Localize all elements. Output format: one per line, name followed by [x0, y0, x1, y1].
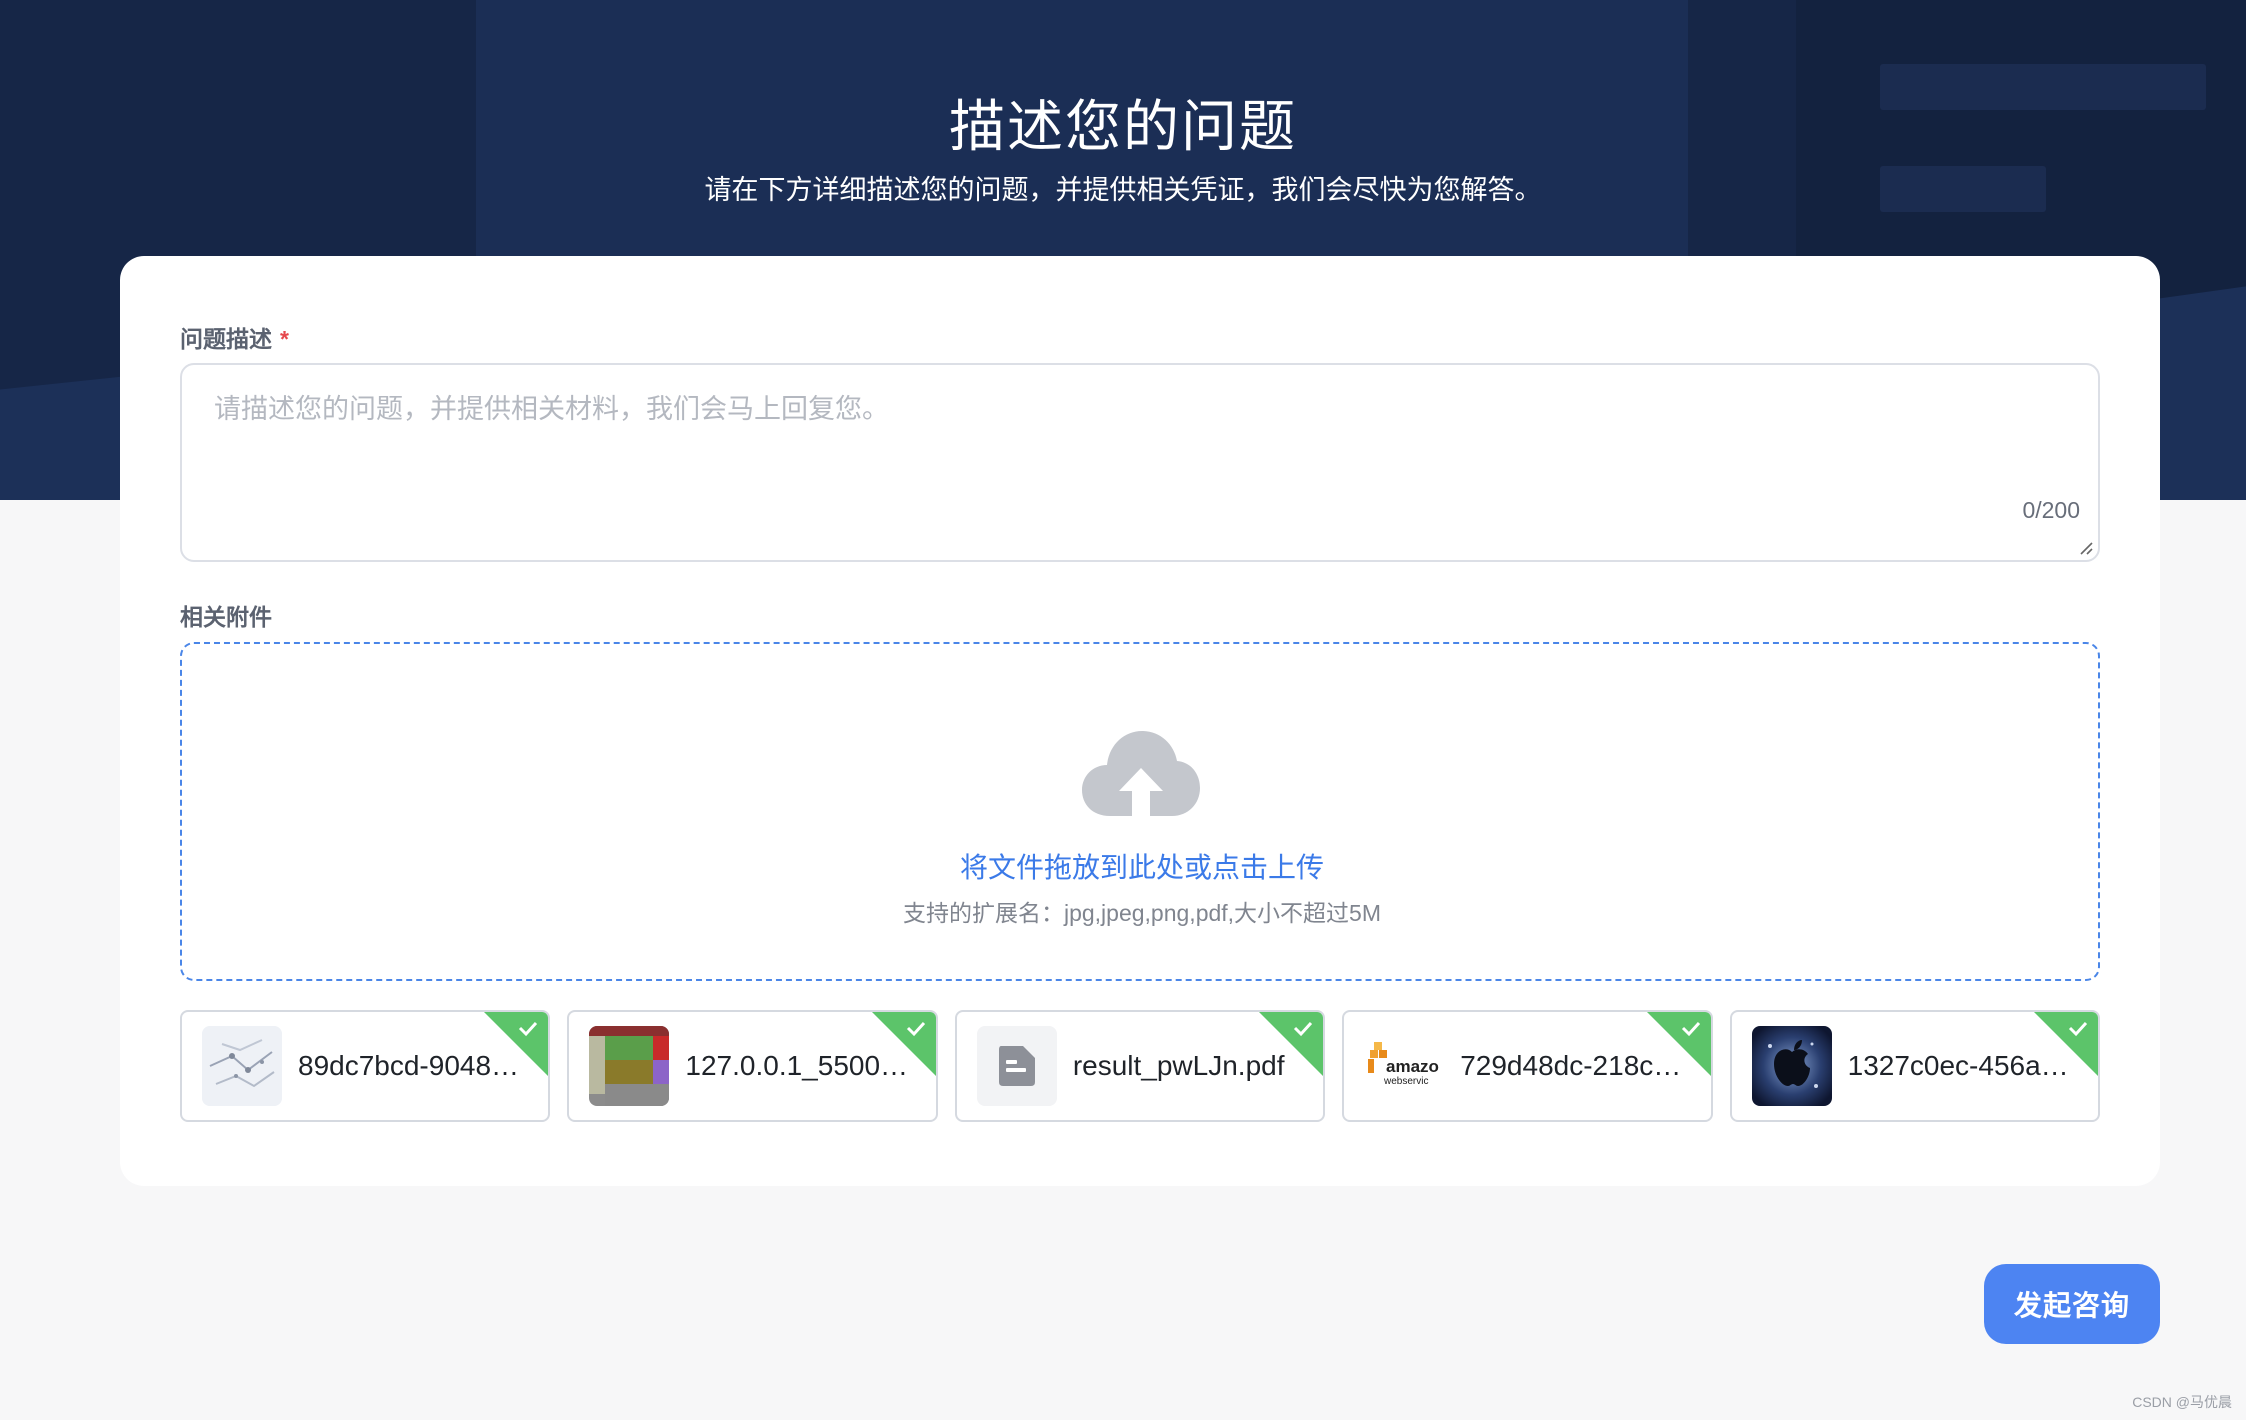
apple-logo-thumbnail	[1751, 1026, 1832, 1106]
watermark: CSDN @马优晨	[2132, 1394, 2232, 1410]
hero-decor-shape	[2160, 281, 2246, 500]
success-check-icon	[1259, 1012, 1324, 1076]
svg-text:amazo: amazo	[1386, 1057, 1439, 1076]
success-check-icon	[871, 1012, 936, 1076]
submit-consultation-button[interactable]: 发起咨询	[1984, 1264, 2160, 1344]
attachments-label-text: 相关附件	[180, 604, 272, 630]
map-thumbnail	[202, 1026, 282, 1106]
uploaded-file-item[interactable]: 89dc7bcd-9048…	[180, 1010, 551, 1122]
uploaded-file-item[interactable]: amazo webservic 729d48dc-218c…	[1342, 1010, 1713, 1122]
character-counter: 0/200	[2022, 497, 2080, 523]
success-check-icon	[2034, 1012, 2099, 1076]
required-mark: *	[280, 326, 289, 352]
document-icon	[976, 1026, 1057, 1106]
success-check-icon	[484, 1012, 549, 1076]
upload-dropzone[interactable]: 将文件拖放到此处或点击上传 支持的扩展名：jpg,jpeg,png,pdf,大小…	[180, 642, 2100, 981]
uploaded-file-item[interactable]: result_pwLJn.pdf	[954, 1010, 1326, 1122]
amazon-web-services-logo: amazo webservic	[1364, 1026, 1445, 1106]
description-textarea[interactable]: 请描述您的问题，并提供相关材料，我们会马上回复您。 0/200	[180, 363, 2100, 562]
svg-text:webservic: webservic	[1383, 1076, 1428, 1087]
uploaded-file-list: 89dc7bcd-9048… 127.0.0.1_5500… result_pw…	[180, 1010, 2101, 1122]
form-card: 问题描述 * 请描述您的问题，并提供相关材料，我们会马上回复您。 0/200 相关…	[120, 256, 2160, 1186]
upload-hint-text: 支持的扩展名：jpg,jpeg,png,pdf,大小不超过5M	[902, 900, 1382, 926]
uploaded-file-item[interactable]: 1327c0ec-456a…	[1729, 1010, 2101, 1122]
color-blocks-thumbnail	[589, 1026, 670, 1106]
description-label-text: 问题描述	[180, 326, 272, 352]
upload-prompt-text[interactable]: 将文件拖放到此处或点击上传	[182, 846, 2102, 886]
resize-handle-icon[interactable]	[2078, 540, 2094, 556]
file-name: result_pwLJn.pdf	[1072, 1050, 1285, 1081]
description-placeholder: 请描述您的问题，并提供相关材料，我们会马上回复您。	[214, 394, 889, 424]
description-label: 问题描述 *	[180, 320, 289, 354]
page-subtitle: 请在下方详细描述您的问题，并提供相关凭证，我们会尽快为您解答。	[704, 175, 1542, 205]
page-title: 描述您的问题	[949, 95, 1297, 158]
attachments-label: 相关附件	[180, 598, 272, 632]
success-check-icon	[1646, 1012, 1711, 1076]
uploaded-file-item[interactable]: 127.0.0.1_5500…	[567, 1010, 938, 1122]
cloud-upload-icon	[1082, 731, 1200, 816]
